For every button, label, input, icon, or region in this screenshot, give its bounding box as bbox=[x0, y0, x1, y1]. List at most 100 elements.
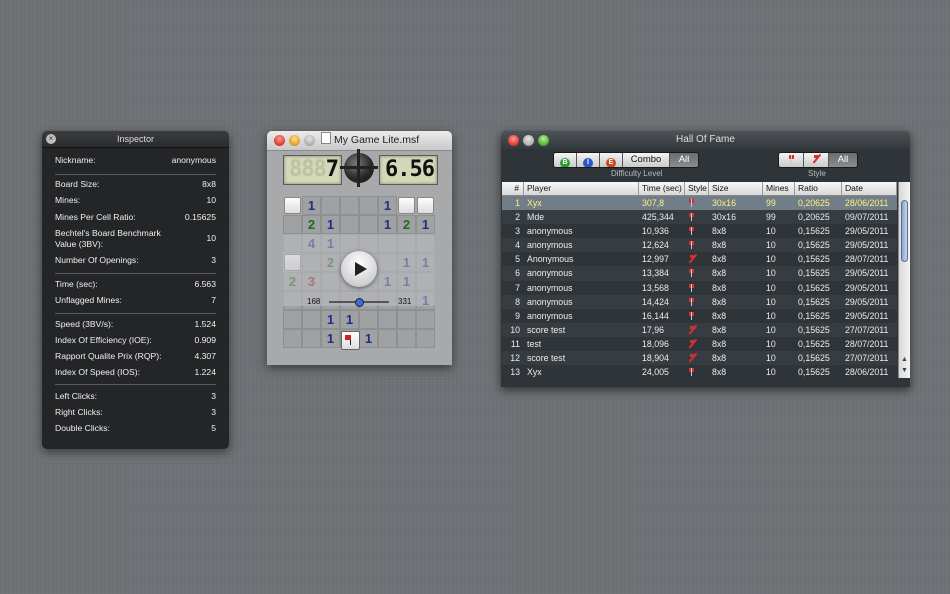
table-cell: test bbox=[527, 338, 542, 349]
table-row[interactable]: 1 Xyx 307,8 30x16 99 0,20625 28/06/2011 bbox=[502, 196, 897, 211]
zoom-window-button[interactable] bbox=[538, 135, 549, 146]
column-header[interactable]: # bbox=[502, 182, 524, 195]
table-row[interactable]: 6 anonymous 13,384 8x8 10 0,15625 29/05/2011 bbox=[502, 266, 897, 281]
mine-cell[interactable] bbox=[359, 196, 378, 215]
table-row[interactable]: 3 anonymous 10,936 8x8 10 0,15625 29/05/2011 bbox=[502, 224, 897, 238]
mine-counter-ghost: 888 bbox=[289, 157, 327, 182]
mine-cell[interactable] bbox=[302, 329, 321, 348]
difficulty-expert-button[interactable]: E bbox=[600, 153, 623, 167]
mine-cell[interactable]: 1 bbox=[416, 215, 435, 234]
mine-cell[interactable] bbox=[359, 310, 378, 329]
table-cell: 14,424 bbox=[642, 296, 669, 307]
mine-cell[interactable] bbox=[302, 310, 321, 329]
minimize-window-button[interactable] bbox=[523, 135, 534, 146]
mine-cell[interactable] bbox=[359, 215, 378, 234]
mine-cell[interactable] bbox=[340, 196, 359, 215]
table-row[interactable]: 4 anonymous 12,624 8x8 10 0,15625 29/05/2011 bbox=[502, 238, 897, 253]
mine-cell[interactable] bbox=[283, 310, 302, 329]
noflag-style-icon bbox=[812, 154, 821, 163]
style-flag-button[interactable] bbox=[779, 153, 804, 167]
flag-icon[interactable] bbox=[341, 331, 360, 350]
table-row[interactable]: 7 anonymous 13,568 8x8 10 0,15625 29/05/2011 bbox=[502, 281, 897, 295]
mine-cell[interactable]: 1 bbox=[321, 329, 340, 348]
difficulty-combo-button[interactable]: Combo bbox=[623, 153, 670, 167]
table-row[interactable]: 13 Xyx 24,005 8x8 10 0,15625 28/06/2011 bbox=[502, 365, 897, 379]
inspector-value: 3 bbox=[211, 407, 216, 417]
table-row[interactable]: 2 Mde 425,344 30x16 99 0,20625 09/07/2011 bbox=[502, 210, 897, 225]
table-cell: 10 bbox=[766, 338, 776, 349]
mine-cell[interactable]: 2 bbox=[397, 215, 416, 234]
difficulty-segmented-control[interactable]: B I E Combo All bbox=[553, 152, 699, 168]
table-row[interactable]: 9 anonymous 16,144 8x8 10 0,15625 29/05/2011 bbox=[502, 309, 897, 323]
close-icon[interactable]: × bbox=[46, 134, 56, 144]
inspector-value: 5 bbox=[211, 423, 216, 433]
difficulty-all-button[interactable]: All bbox=[670, 153, 698, 167]
scrollbar-thumb[interactable] bbox=[901, 200, 908, 262]
mine-cell[interactable]: 1 bbox=[340, 310, 359, 329]
vertical-scrollbar[interactable]: ▲ ▼ bbox=[898, 182, 910, 378]
column-header[interactable]: Time (sec) bbox=[639, 182, 685, 195]
table-row[interactable]: 8 anonymous 14,424 8x8 10 0,15625 29/05/2011 bbox=[502, 294, 897, 309]
table-row[interactable]: 10 score test 17,96 8x8 10 0,15625 27/07/2011 bbox=[502, 322, 897, 337]
timer-value: 6.56 bbox=[385, 157, 435, 182]
flag-style-icon bbox=[688, 311, 695, 320]
scroll-down-icon[interactable]: ▼ bbox=[901, 367, 908, 374]
column-header[interactable]: Mines bbox=[763, 182, 795, 195]
inspector-row: Board Size: 8x8 bbox=[55, 179, 216, 190]
table-cell: 10 bbox=[766, 282, 776, 293]
table-row[interactable]: 12 score test 18,904 8x8 10 0,15625 27/07/2011 bbox=[502, 351, 897, 366]
column-header[interactable]: Size bbox=[709, 182, 763, 195]
table-cell: 18,096 bbox=[642, 338, 669, 349]
mine-cell[interactable]: 1 bbox=[359, 329, 378, 348]
mine-cell[interactable]: 1 bbox=[321, 215, 340, 234]
noflag-style-icon bbox=[688, 254, 697, 263]
mine-cell[interactable] bbox=[397, 329, 416, 348]
mine-cell[interactable] bbox=[283, 215, 302, 234]
mine-cell[interactable]: 1 bbox=[378, 196, 397, 215]
mine-cell[interactable]: 1 bbox=[302, 196, 321, 215]
mine-cell[interactable] bbox=[378, 329, 397, 348]
mine-cell[interactable] bbox=[321, 196, 340, 215]
mine-cell[interactable]: 1 bbox=[378, 215, 397, 234]
mine-counter: 8887 bbox=[283, 155, 342, 185]
table-row[interactable]: 11 test 18,096 8x8 10 0,15625 28/07/2011 bbox=[502, 337, 897, 351]
play-icon[interactable] bbox=[341, 251, 377, 287]
column-header[interactable]: Style bbox=[685, 182, 709, 195]
table-row[interactable]: 5 Anonymous 12,997 8x8 10 0,15625 28/07/2011 bbox=[502, 252, 897, 266]
zoom-window-button[interactable] bbox=[304, 135, 315, 146]
mine-cell[interactable] bbox=[398, 197, 415, 214]
mine-cell[interactable] bbox=[416, 329, 435, 348]
style-segmented-control[interactable]: All bbox=[778, 152, 858, 168]
mine-cell[interactable] bbox=[378, 310, 397, 329]
table-cell: 8x8 bbox=[712, 324, 727, 335]
mine-cell[interactable]: 1 bbox=[321, 310, 340, 329]
mine-cell[interactable] bbox=[417, 197, 434, 214]
mine-cell[interactable] bbox=[340, 215, 359, 234]
column-header[interactable]: Player bbox=[524, 182, 639, 195]
window-title: My Game Lite.msf bbox=[321, 131, 419, 150]
close-window-button[interactable] bbox=[508, 135, 519, 146]
style-noflag-button[interactable] bbox=[804, 153, 829, 167]
table-cell: anonymous bbox=[527, 282, 573, 293]
table-cell: 5 bbox=[515, 254, 520, 265]
close-window-button[interactable] bbox=[274, 135, 285, 146]
flag-style-icon bbox=[688, 241, 695, 250]
table-cell: 27/07/2011 bbox=[845, 353, 889, 364]
mine-cell[interactable] bbox=[284, 197, 301, 214]
column-header[interactable]: Ratio bbox=[795, 182, 842, 195]
minimize-window-button[interactable] bbox=[289, 135, 300, 146]
scroll-up-icon[interactable]: ▲ bbox=[901, 356, 908, 363]
replay-scrubber-handle[interactable] bbox=[355, 298, 364, 307]
inspector-label: Unflagged Mines: bbox=[55, 295, 122, 305]
mine-reset-icon[interactable] bbox=[340, 149, 378, 187]
inspector-label: Nickname: bbox=[55, 155, 96, 165]
column-header[interactable]: Date bbox=[842, 182, 897, 195]
style-all-button[interactable]: All bbox=[829, 153, 857, 167]
mine-cell[interactable] bbox=[416, 310, 435, 329]
mine-cell[interactable] bbox=[283, 329, 302, 348]
difficulty-intermediate-button[interactable]: I bbox=[577, 153, 600, 167]
difficulty-beginner-button[interactable]: B bbox=[554, 153, 577, 167]
mine-cell[interactable] bbox=[397, 310, 416, 329]
mine-cell[interactable]: 2 bbox=[302, 215, 321, 234]
table-cell: 8x8 bbox=[712, 268, 727, 279]
